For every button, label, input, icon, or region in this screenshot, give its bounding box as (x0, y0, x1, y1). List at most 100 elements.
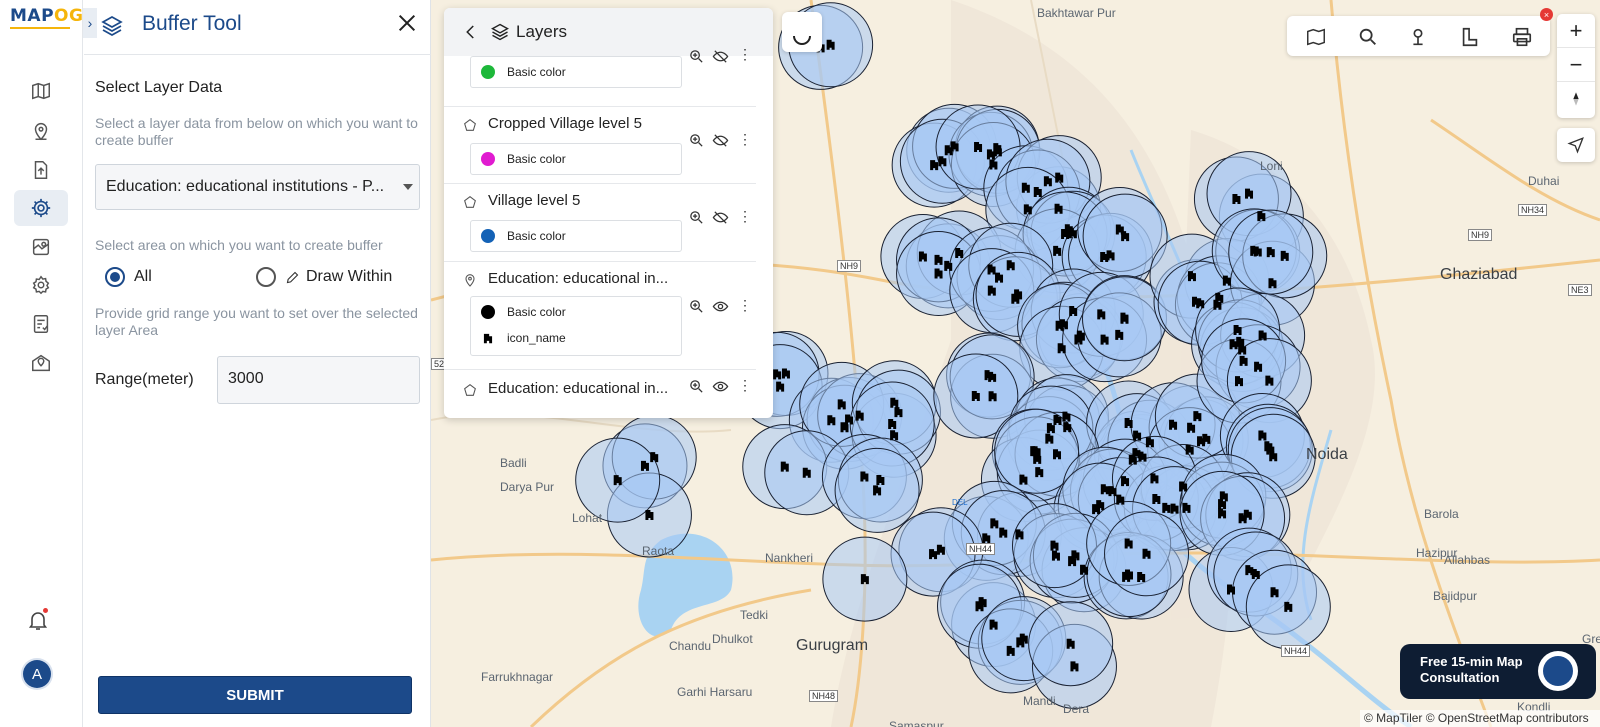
consult-line2: Consultation (1420, 670, 1500, 685)
place-label: Farrukhnagar (481, 670, 554, 684)
layers-panel: Layers Basic color ⋮ Cropped Village lev… (444, 8, 773, 418)
back-chevron-icon[interactable] (462, 23, 480, 41)
layer-row[interactable]: Education: educational in... Basic color… (444, 262, 756, 370)
zoom-to-layer-icon[interactable] (688, 48, 705, 65)
rail-upload-file-icon[interactable] (14, 152, 68, 188)
airport-label: DEL (952, 498, 968, 507)
map-view-icon[interactable] (1305, 26, 1327, 48)
eye-off-icon[interactable] (712, 209, 729, 226)
road-shield: NH9 (837, 260, 862, 272)
more-vertical-icon[interactable]: ⋮ (738, 46, 752, 63)
layers-stack-icon (101, 16, 123, 36)
mapog-logo[interactable]: MAPOG (10, 6, 83, 26)
legend-item: Basic color (481, 229, 566, 243)
rail-location-pin-icon[interactable] (14, 113, 68, 149)
eye-icon[interactable] (712, 378, 729, 395)
layer-style-box[interactable]: Basic color (470, 220, 682, 252)
building-icon (483, 333, 493, 344)
zoom-out-button[interactable]: − (1557, 48, 1595, 82)
place-label: Chandu (669, 639, 712, 653)
navigate-arrow-icon[interactable] (1557, 128, 1595, 162)
road-shield: NH44 (966, 543, 996, 555)
layer-row[interactable]: Village level 5 Basic color ⋮ (444, 184, 756, 262)
point-layer-pin-icon (465, 274, 475, 287)
place-label: Mandi (1023, 694, 1056, 708)
eye-icon[interactable] (712, 298, 729, 315)
chat-icon[interactable] (1538, 651, 1578, 691)
swatch-icon (481, 305, 495, 319)
place-label: Noida (1306, 446, 1348, 463)
locate-pin-icon[interactable] (1407, 26, 1429, 48)
radio-all-label: All (134, 268, 152, 285)
layer-row[interactable]: Education: educational in... ⋮ (444, 370, 756, 418)
toolbar-close-icon[interactable]: × (1540, 8, 1553, 21)
zoom-in-button[interactable]: + (1557, 14, 1595, 48)
radio-draw-within-label: Draw Within (306, 268, 393, 285)
close-icon[interactable] (396, 12, 418, 34)
zoom-control: + − (1557, 14, 1595, 118)
area-help: Select area on which you want to create … (95, 237, 383, 253)
more-vertical-icon[interactable]: ⋮ (738, 208, 752, 225)
layer-row[interactable]: Basic color ⋮ (444, 46, 756, 107)
place-label: Badli (500, 456, 527, 470)
select-layer-help: Select a layer data from below on which … (95, 115, 418, 148)
logo-underline (10, 27, 70, 29)
radio-all-indicator[interactable] (105, 267, 125, 287)
zoom-to-layer-icon[interactable] (688, 298, 705, 315)
place-label: Gurugram (796, 637, 869, 654)
print-icon[interactable] (1511, 26, 1533, 48)
layers-icon (491, 23, 509, 41)
range-input[interactable]: 3000 (217, 356, 420, 404)
rail-map-icon[interactable] (14, 73, 68, 109)
eye-off-icon[interactable] (712, 48, 729, 65)
layer-style-box[interactable]: Basic color (470, 143, 682, 175)
legend-item: Basic color (481, 152, 566, 166)
loading-spinner (782, 12, 822, 52)
place-label: Duhai (1528, 174, 1560, 188)
compass-icon[interactable] (1557, 82, 1595, 116)
layer-style-box[interactable]: Basic color icon_name (470, 296, 682, 356)
place-label: Nankheri (765, 551, 814, 565)
layer-row[interactable]: Cropped Village level 5 Basic color ⋮ (444, 107, 756, 184)
more-vertical-icon[interactable]: ⋮ (738, 131, 752, 148)
submit-button[interactable]: SUBMIT (98, 676, 412, 714)
more-vertical-icon[interactable]: ⋮ (738, 297, 752, 314)
rail-report-icon[interactable] (14, 306, 68, 342)
place-label: Tedki (740, 608, 769, 622)
search-icon[interactable] (1357, 26, 1379, 48)
place-label: Garhi Harsaru (677, 685, 753, 699)
radio-draw-within[interactable]: Draw Within (256, 267, 392, 287)
left-rail: MAPOG A (0, 0, 83, 727)
polygon-layer-icon (464, 119, 476, 131)
expand-rail-chevron-icon[interactable]: › (83, 8, 97, 38)
place-label: Samaspur (889, 719, 944, 727)
polygon-layer-icon (464, 384, 476, 396)
rail-map-share-icon[interactable] (14, 345, 68, 381)
measure-icon[interactable] (1459, 26, 1481, 48)
zoom-to-layer-icon[interactable] (688, 132, 705, 149)
layer-select-dropdown[interactable]: Education: educational institutions - P.… (95, 164, 420, 210)
rail-settings-icon[interactable] (14, 267, 68, 303)
map-attribution[interactable]: © MapTiler © OpenStreetMap contributors (1360, 710, 1600, 727)
map-toolbar (1287, 16, 1550, 56)
road-shield: NE3 (1568, 284, 1592, 296)
zoom-to-layer-icon[interactable] (688, 378, 705, 395)
more-vertical-icon[interactable]: ⋮ (738, 377, 752, 394)
place-label: Dhulkot (712, 632, 753, 646)
consultation-button[interactable]: Free 15-min Map Consultation (1400, 644, 1596, 699)
notification-dot (43, 608, 48, 613)
legend-item: icon_name (481, 331, 566, 345)
rail-map-analysis-icon[interactable] (14, 229, 68, 265)
place-label: Bajidpur (1433, 589, 1478, 603)
zoom-to-layer-icon[interactable] (688, 209, 705, 226)
eye-off-icon[interactable] (712, 132, 729, 149)
user-avatar[interactable]: A (23, 660, 51, 688)
rail-gis-tools-gear-icon[interactable] (14, 190, 68, 226)
layer-style-box[interactable]: Basic color (470, 56, 682, 88)
swatch-icon (481, 65, 495, 79)
radio-draw-within-indicator[interactable] (256, 267, 276, 287)
place-label: Allahbas (1444, 553, 1491, 567)
place-label: Dera (1063, 702, 1090, 716)
road-shield: NH9 (1468, 229, 1493, 241)
radio-all[interactable]: All (105, 267, 152, 287)
